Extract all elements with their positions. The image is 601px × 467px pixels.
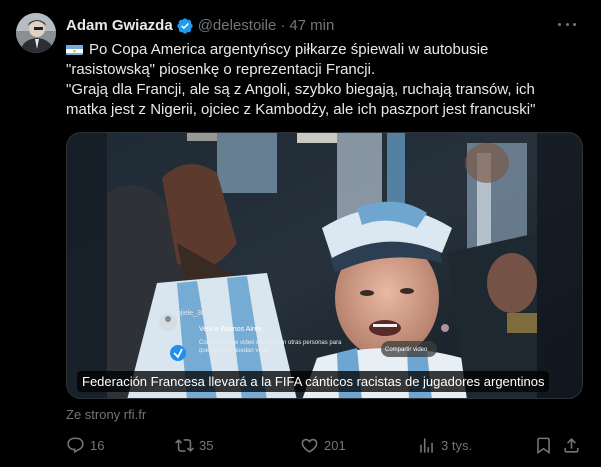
link-source[interactable]: Ze strony rfi.fr	[66, 407, 146, 423]
share-icon	[564, 437, 579, 453]
bookmark-button[interactable]	[534, 433, 553, 457]
bookmark-icon	[537, 437, 550, 454]
tweet-timestamp[interactable]: 47 min	[289, 16, 334, 36]
repost-count: 35	[199, 437, 214, 453]
heart-icon	[301, 438, 318, 453]
repost-button[interactable]: 35	[175, 433, 213, 457]
share-video-button: Compartir video	[385, 347, 428, 353]
repost-icon	[175, 438, 194, 452]
share-button[interactable]	[562, 433, 581, 457]
tweet-text: Po Copa America argentyńscy piłkarze śpi…	[66, 40, 586, 120]
action-bar: 16 35 201 3 tys.	[66, 433, 581, 457]
verified-badge-icon	[176, 17, 194, 35]
reply-icon	[67, 437, 84, 453]
views-icon	[420, 437, 433, 453]
live-message: Veni a Buenos Aires	[199, 326, 262, 333]
tweet-text-line: "Grają dla Francji, ale są z Angoli, szy…	[66, 81, 535, 98]
avatar[interactable]	[16, 13, 56, 53]
author-handle[interactable]: @delestoile	[198, 16, 277, 36]
tweet-text-line: matka jest z Nigerii, ojciec z Kambodży,…	[66, 101, 536, 118]
tweet-text-line: Po Copa America argentyńscy piłkarze śpi…	[66, 40, 586, 60]
video-frame	[67, 133, 582, 398]
reply-count: 16	[90, 437, 105, 453]
more-icon[interactable]	[555, 14, 579, 34]
argentina-flag-icon	[66, 43, 83, 55]
author-name[interactable]: Adam Gwiazda	[66, 16, 173, 36]
live-username: tojiele_3012	[175, 310, 213, 317]
media-video[interactable]: tojiele_3012 Veni a Buenos Aires Compart…	[66, 132, 583, 399]
reply-button[interactable]: 16	[66, 433, 104, 457]
like-button[interactable]: 201	[300, 433, 346, 457]
tweet-text-line: "rasistowską" piosenkę o reprezentacji F…	[66, 61, 376, 78]
tweet[interactable]: Adam Gwiazda @delestoile · 47 min Po Cop…	[0, 0, 601, 467]
views-button[interactable]: 3 tys.	[417, 433, 472, 457]
link-card-title[interactable]: Federación Francesa llevará a la FIFA cá…	[77, 371, 550, 392]
views-count: 3 tys.	[441, 437, 473, 453]
tweet-header: Adam Gwiazda @delestoile · 47 min	[66, 16, 334, 36]
share-prompt-text: Comparte este video en vivo con otras pe…	[199, 340, 342, 354]
separator-dot: ·	[280, 17, 286, 34]
like-count: 201	[324, 437, 346, 453]
